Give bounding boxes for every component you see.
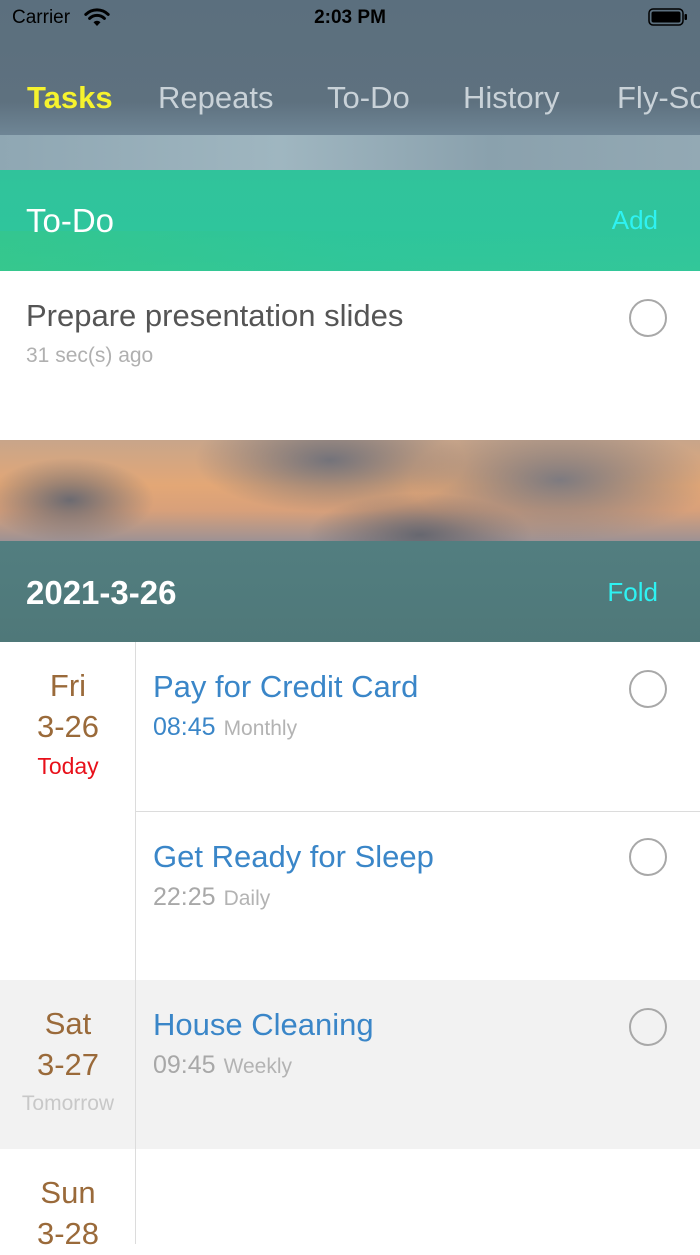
day-date: 3-26: [36, 709, 100, 744]
day-date: 3-28: [36, 1216, 100, 1251]
top-tab-bar: Tasks Repeats To-Do History Fly-Sc: [0, 80, 700, 130]
task-frequency: Daily: [223, 887, 271, 910]
day-of-week: Sat: [44, 1006, 92, 1041]
date-section-header: 2021-3-26 Fold: [0, 541, 700, 642]
tab-to-do[interactable]: To-Do: [327, 80, 410, 116]
task-complete-checkbox[interactable]: [629, 838, 667, 876]
tab-repeats[interactable]: Repeats: [158, 80, 273, 116]
todo-complete-checkbox[interactable]: [629, 299, 667, 337]
task-name: Pay for Credit Card: [153, 669, 419, 704]
todo-section-header: To-Do Add: [0, 170, 700, 271]
task-time: 22:25: [153, 883, 216, 911]
day-label-sat: Sat 3-27 Tomorrow: [0, 1004, 136, 1120]
battery-icon: [648, 8, 687, 26]
add-button[interactable]: Add: [612, 205, 658, 236]
task-time: 09:45: [153, 1051, 216, 1079]
task-name: Get Ready for Sleep: [153, 839, 434, 874]
day-relative-label: Tomorrow: [21, 1092, 115, 1115]
status-bar: Carrier 2:03 PM: [0, 0, 700, 36]
task-time: 08:45: [153, 713, 216, 741]
task-complete-checkbox[interactable]: [629, 670, 667, 708]
task-time-line: 09:45 Weekly: [153, 1051, 292, 1080]
task-complete-checkbox[interactable]: [629, 1008, 667, 1046]
task-row[interactable]: Get Ready for Sleep 22:25 Daily: [136, 812, 700, 980]
sky-strip: [0, 135, 700, 170]
tab-tasks[interactable]: Tasks: [27, 80, 113, 116]
date-section-title: 2021-3-26: [26, 574, 177, 611]
todo-section-title: To-Do: [26, 202, 115, 239]
todo-list-item[interactable]: Prepare presentation slides 31 sec(s) ag…: [0, 271, 700, 440]
task-time-line: 08:45 Monthly: [153, 713, 297, 742]
task-frequency: Weekly: [223, 1055, 293, 1078]
day-date: 3-27: [36, 1047, 100, 1082]
day-relative-label: Today: [37, 753, 99, 779]
day-of-week: Fri: [49, 668, 87, 703]
fold-button[interactable]: Fold: [607, 577, 658, 608]
status-time: 2:03 PM: [314, 7, 386, 28]
todo-item-title: Prepare presentation slides: [26, 298, 404, 333]
tab-fly-sc[interactable]: Fly-Sc: [617, 80, 700, 116]
day-label-sun: Sun 3-28: [0, 1173, 136, 1255]
day-label-fri: Fri 3-26 Today: [0, 666, 136, 782]
todo-item-timestamp: 31 sec(s) ago: [26, 344, 154, 367]
task-row[interactable]: Pay for Credit Card 08:45 Monthly: [136, 642, 700, 811]
column-divider: [135, 1149, 136, 1244]
day-of-week: Sun: [40, 1175, 96, 1210]
task-frequency: Monthly: [223, 717, 298, 740]
tab-history[interactable]: History: [463, 80, 559, 116]
task-time-line: 22:25 Daily: [153, 883, 270, 912]
sky-background-image: [0, 440, 700, 541]
task-row[interactable]: House Cleaning 09:45 Weekly: [136, 980, 700, 1149]
task-name: House Cleaning: [153, 1007, 374, 1042]
